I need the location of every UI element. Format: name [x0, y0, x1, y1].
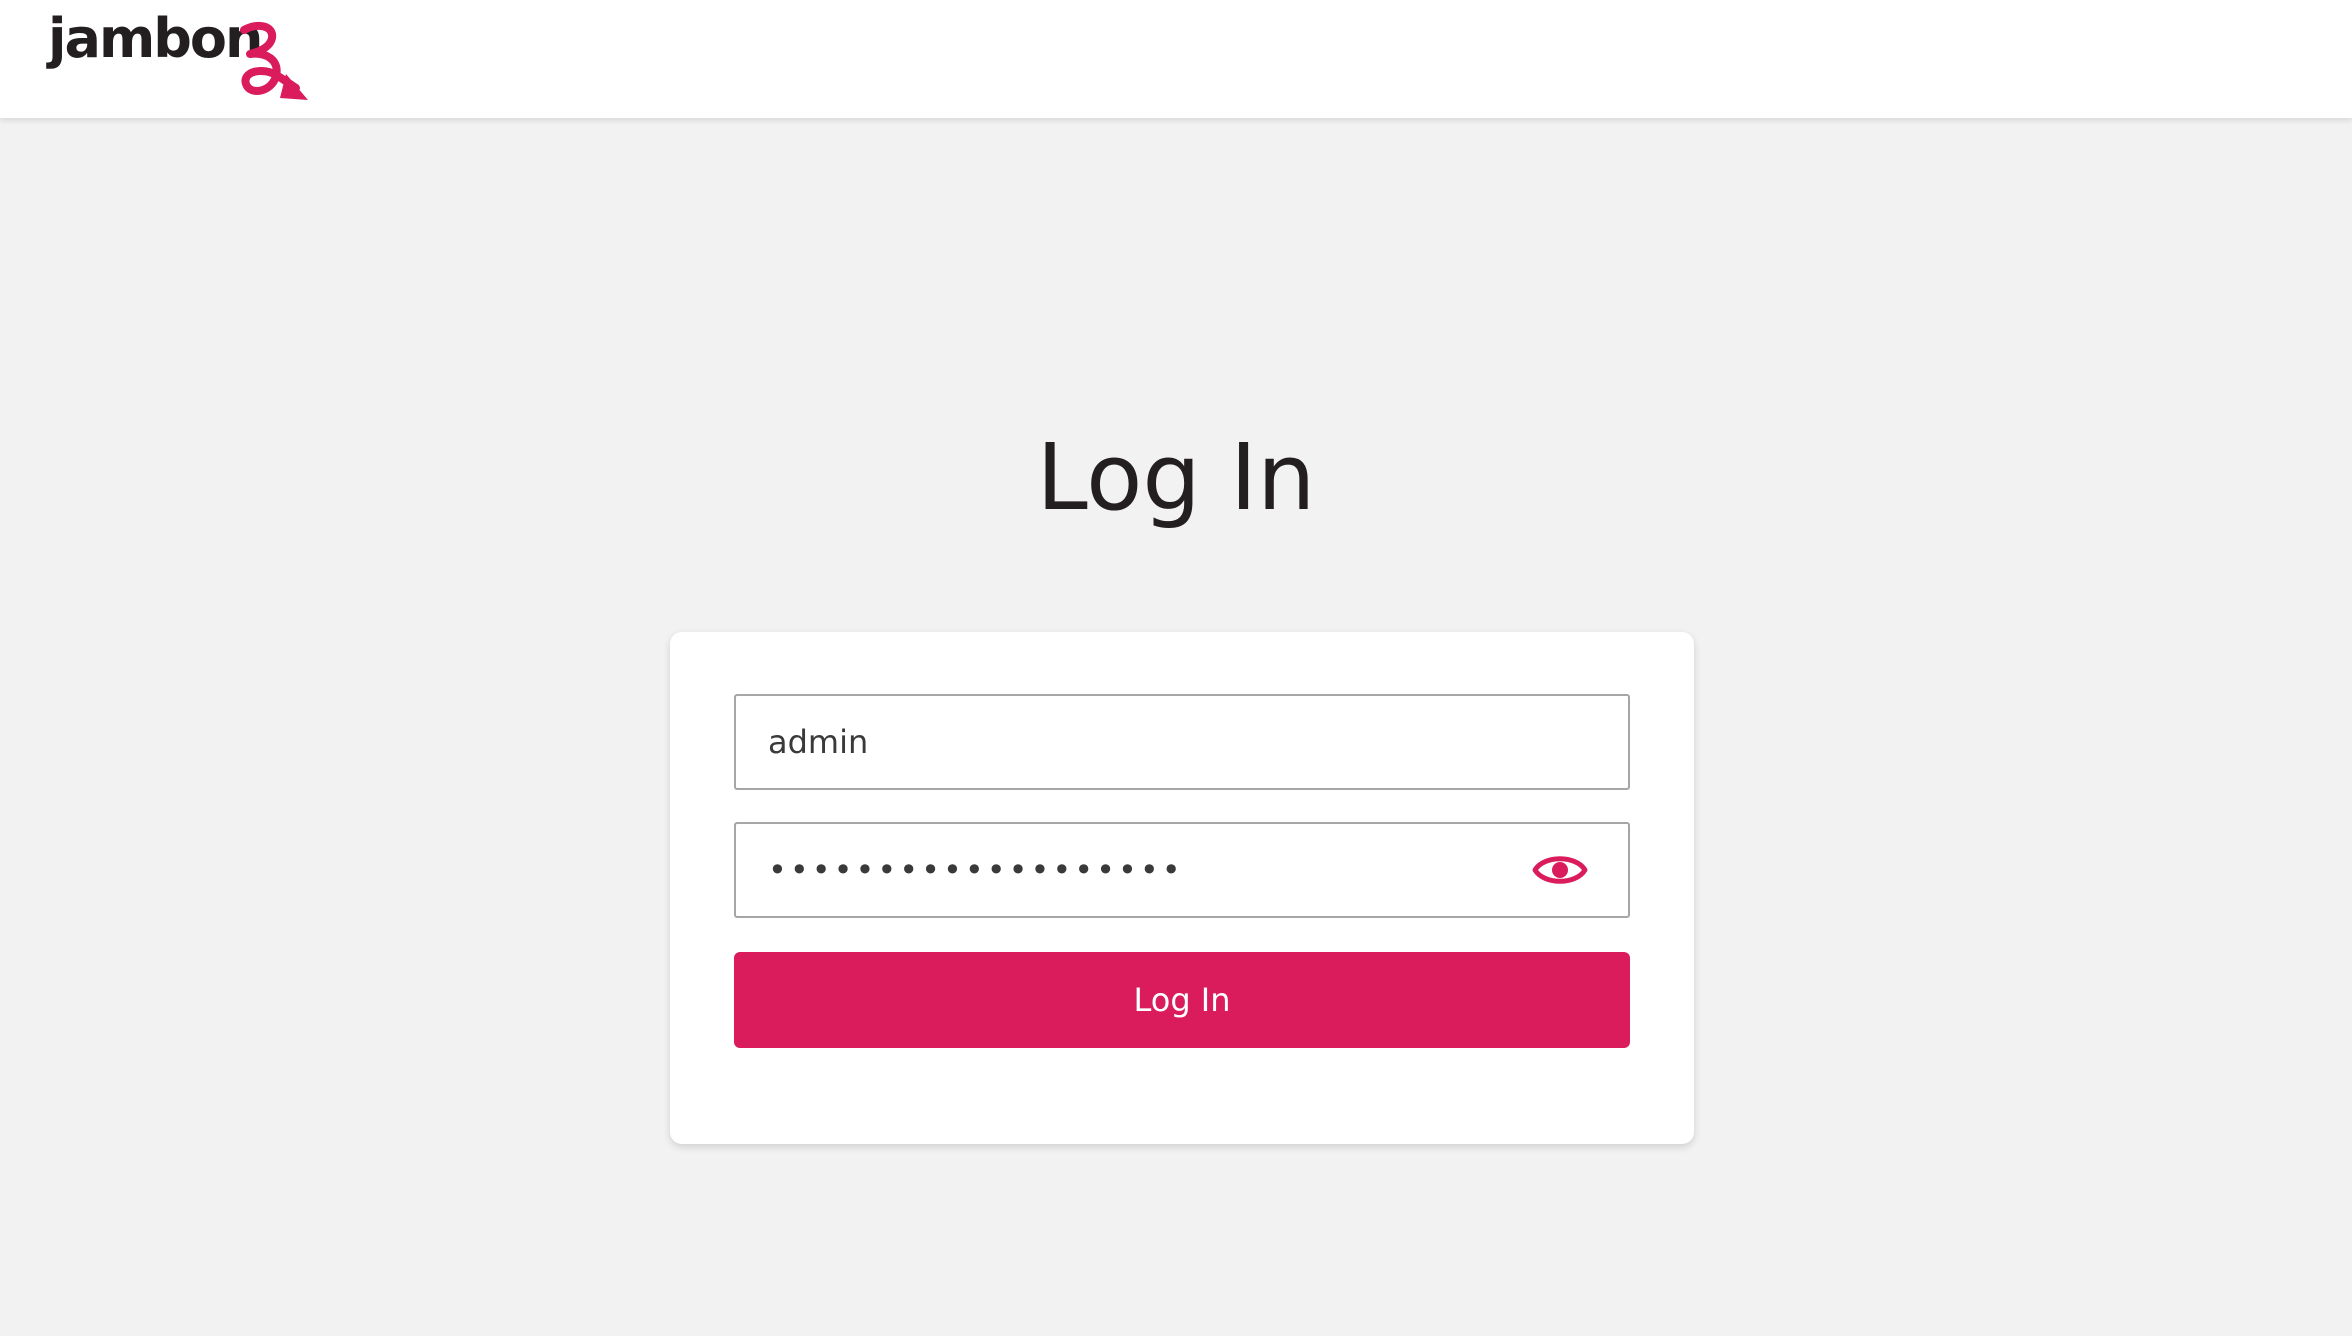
- logo-wordmark: jambon: [48, 7, 263, 70]
- logo-z-arrow-icon: [240, 21, 308, 100]
- eye-icon[interactable]: [1532, 846, 1588, 894]
- password-field[interactable]: [734, 822, 1630, 918]
- top-bar: jambon: [0, 0, 2352, 118]
- login-button[interactable]: Log In: [734, 952, 1630, 1048]
- page-title: Log In: [1036, 424, 1316, 531]
- password-input[interactable]: [736, 824, 1628, 916]
- username-field[interactable]: [734, 694, 1630, 790]
- username-input[interactable]: [736, 696, 1628, 788]
- jambonz-logo[interactable]: jambon: [48, 12, 310, 100]
- login-card: Log In: [670, 632, 1694, 1144]
